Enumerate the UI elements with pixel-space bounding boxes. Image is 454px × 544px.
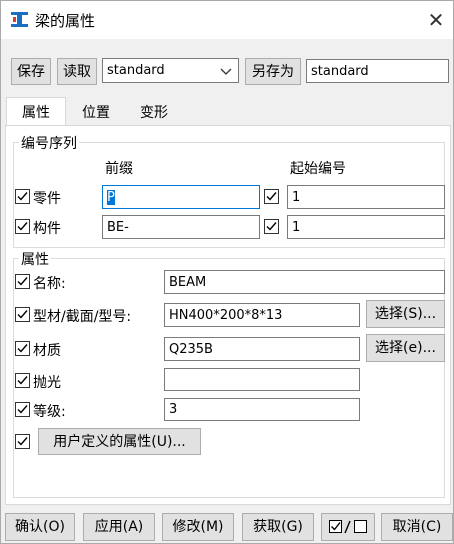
part-prefix-input[interactable]: P [102, 185, 260, 209]
check-icon [17, 437, 28, 446]
properties-dialog: 梁的属性 ✕ 保存 读取 standard 另存为 standard 属性 位置… [0, 0, 454, 544]
chevron-down-icon [220, 68, 232, 75]
ok-button[interactable]: 确认(O) [5, 513, 75, 541]
check-icon [266, 192, 277, 201]
assembly-checkbox[interactable] [15, 219, 30, 234]
part-start-checkbox[interactable] [264, 189, 279, 204]
tab-attributes[interactable]: 属性 [6, 97, 66, 125]
name-label: 名称: [33, 276, 66, 292]
name-input[interactable]: BEAM [164, 270, 445, 294]
material-label: 材质 [33, 343, 61, 359]
part-start-input[interactable]: 1 [287, 185, 445, 209]
beam-app-icon [11, 12, 28, 27]
part-checkbox[interactable] [15, 189, 30, 204]
class-label: 等级: [33, 404, 66, 420]
check-uncheck-icon [329, 520, 367, 534]
tab-panel: 编号序列 前缀 起始编号 零件 P 1 构件 BE- 1 属性 名称: BEAM… [5, 125, 451, 505]
material-input[interactable]: Q235B [164, 337, 360, 361]
load-button[interactable]: 读取 [57, 58, 97, 85]
numbering-group-label: 编号序列 [19, 133, 79, 153]
toggle-all-checkboxes-button[interactable] [321, 513, 375, 541]
profile-checkbox[interactable] [15, 307, 30, 322]
finish-checkbox[interactable] [15, 373, 30, 388]
profile-input[interactable]: HN400*200*8*13 [164, 303, 360, 327]
apply-button[interactable]: 应用(A) [83, 513, 155, 541]
check-icon [17, 222, 28, 231]
save-as-name-input[interactable]: standard [306, 59, 449, 83]
assembly-start-checkbox[interactable] [264, 219, 279, 234]
check-icon [17, 405, 28, 414]
check-icon [17, 310, 28, 319]
assembly-label: 构件 [33, 221, 61, 237]
part-label: 零件 [33, 191, 61, 207]
assembly-start-input[interactable]: 1 [287, 215, 445, 239]
title-bar[interactable]: 梁的属性 ✕ [1, 1, 453, 39]
tab-deformation[interactable]: 变形 [126, 99, 182, 125]
finish-label: 抛光 [33, 375, 61, 391]
attributes-group-label: 属性 [19, 249, 51, 269]
udp-checkbox[interactable] [15, 434, 30, 449]
modify-button[interactable]: 修改(M) [162, 513, 234, 541]
start-number-header: 起始编号 [290, 161, 346, 177]
close-icon[interactable]: ✕ [421, 5, 451, 35]
tab-position[interactable]: 位置 [68, 99, 124, 125]
get-button[interactable]: 获取(G) [242, 513, 314, 541]
profile-label: 型材/截面/型号: [33, 309, 132, 325]
save-as-button[interactable]: 另存为 [245, 58, 301, 85]
material-select-button[interactable]: 选择(e)... [366, 334, 445, 362]
save-button[interactable]: 保存 [11, 58, 51, 85]
check-icon [17, 192, 28, 201]
check-icon [17, 344, 28, 353]
class-checkbox[interactable] [15, 402, 30, 417]
preset-select-value: standard [107, 63, 165, 78]
prefix-header: 前缀 [105, 161, 133, 177]
material-checkbox[interactable] [15, 341, 30, 356]
name-checkbox[interactable] [15, 274, 30, 289]
check-icon [17, 277, 28, 286]
user-defined-attributes-button[interactable]: 用户定义的属性(U)... [38, 428, 201, 455]
check-icon [17, 376, 28, 385]
profile-select-button[interactable]: 选择(S)... [366, 300, 445, 328]
class-input[interactable]: 3 [164, 398, 360, 421]
part-prefix-value: P [107, 189, 115, 205]
check-icon [266, 222, 277, 231]
assembly-prefix-input[interactable]: BE- [102, 215, 260, 239]
cancel-button[interactable]: 取消(C) [381, 513, 453, 541]
window-title: 梁的属性 [35, 12, 96, 30]
preset-select[interactable]: standard [102, 58, 239, 83]
finish-input[interactable] [164, 368, 360, 391]
